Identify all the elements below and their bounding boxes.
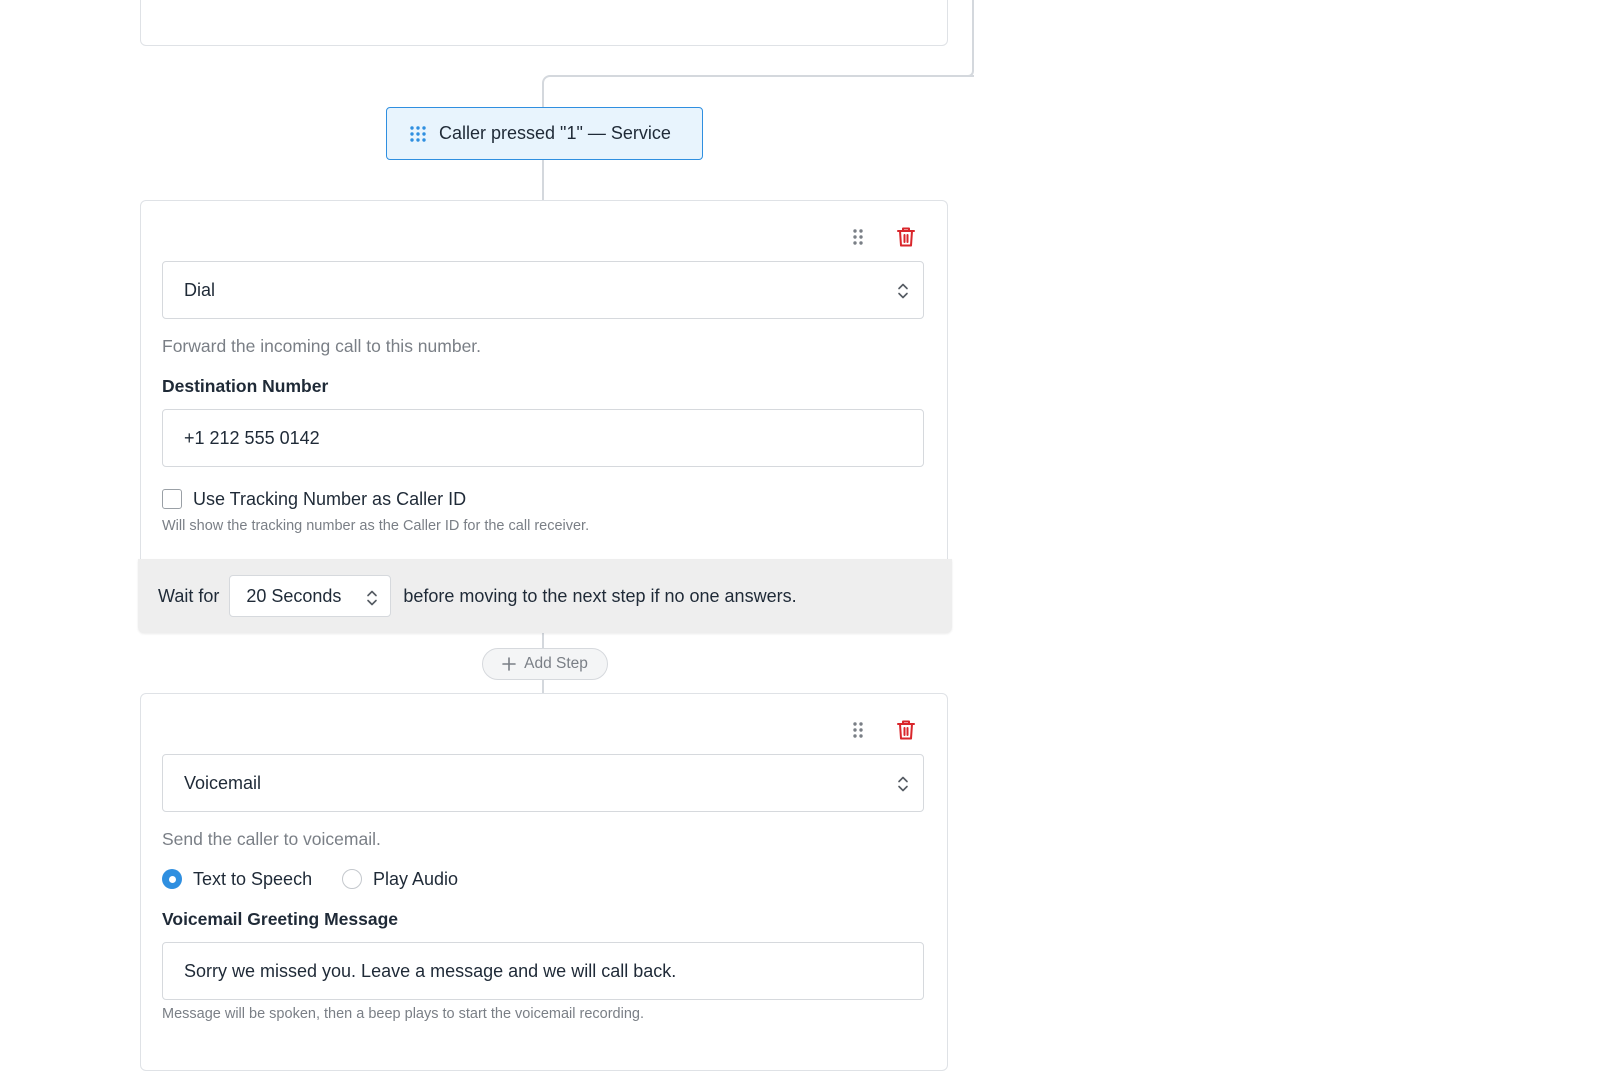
dial-action-value: Dial	[184, 279, 216, 300]
caller-id-hint: Will show the tracking number as the Cal…	[162, 518, 590, 534]
greeting-label: Voicemail Greeting Message	[162, 909, 399, 929]
voicemail-step-actions	[851, 719, 916, 741]
grip-dots-icon	[410, 125, 426, 142]
dial-step-actions	[851, 226, 916, 248]
connector-branch	[542, 75, 974, 109]
caller-id-checkbox[interactable]	[162, 489, 182, 509]
branch-node[interactable]: Caller pressed "1" — Service	[386, 107, 703, 160]
wait-duration-select[interactable]: 20 Seconds	[229, 575, 392, 617]
destination-number-label: Destination Number	[162, 376, 329, 396]
wait-timeout-bar: Wait for 20 Seconds before moving to the…	[138, 559, 952, 633]
destination-number-value: +1 212 555 0142	[184, 427, 320, 448]
branch-node-label: Caller pressed "1" — Service	[439, 123, 671, 143]
tts-radio-label[interactable]: Text to Speech	[193, 869, 312, 890]
drag-handle-icon[interactable]	[851, 228, 865, 246]
drag-handle-icon[interactable]	[851, 721, 865, 739]
dial-description: Forward the incoming call to this number…	[162, 336, 482, 356]
destination-number-input[interactable]: +1 212 555 0142	[162, 409, 924, 467]
greeting-input[interactable]: Sorry we missed you. Leave a message and…	[162, 942, 924, 1000]
tts-radio[interactable]	[162, 869, 182, 889]
wait-duration-value: 20 Seconds	[246, 585, 342, 606]
wait-prefix: Wait for	[158, 585, 220, 606]
add-step-button[interactable]: Add Step	[482, 648, 608, 680]
greeting-hint: Message will be spoken, then a beep play…	[162, 1006, 644, 1022]
play-audio-radio[interactable]	[342, 869, 362, 889]
add-step-label: Add Step	[524, 655, 588, 672]
dial-action-select[interactable]: Dial	[162, 261, 924, 319]
play-audio-radio-label[interactable]: Play Audio	[373, 869, 458, 890]
previous-step-card	[140, 0, 948, 46]
connector-branch-to-dial	[542, 158, 544, 202]
voicemail-action-select[interactable]: Voicemail	[162, 754, 924, 812]
chevron-up-down-icon	[898, 776, 908, 792]
voicemail-description: Send the caller to voicemail.	[162, 829, 381, 849]
chevron-up-down-icon	[898, 283, 908, 299]
caller-id-checkbox-label[interactable]: Use Tracking Number as Caller ID	[193, 489, 466, 510]
trash-icon[interactable]	[896, 719, 916, 741]
trash-icon[interactable]	[896, 226, 916, 248]
voicemail-action-value: Voicemail	[184, 772, 262, 793]
greeting-value: Sorry we missed you. Leave a message and…	[184, 960, 677, 981]
plus-icon	[502, 657, 516, 671]
call-flow-canvas: Caller pressed "1" — Service Dial Forwar…	[0, 0, 1600, 1088]
chevron-up-down-icon	[367, 590, 378, 606]
wait-suffix: before moving to the next step if no one…	[403, 585, 797, 606]
